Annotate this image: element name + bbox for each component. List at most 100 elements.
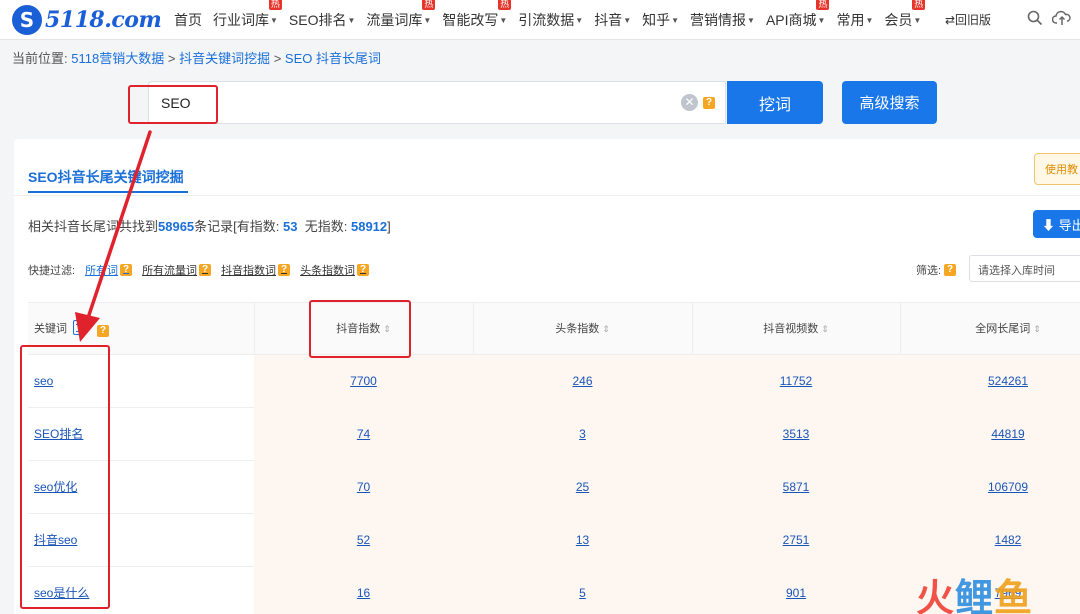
tab-divider (14, 195, 1080, 196)
help-icon[interactable]: ? (703, 97, 715, 109)
quick-filters: 快捷过滤: 所有词? 所有流量词? 抖音指数词? 头条指数词? (28, 262, 370, 278)
help-icon[interactable]: ? (278, 264, 291, 276)
keyword-link[interactable]: seo (28, 355, 254, 408)
nav-item-label: 常用 (836, 12, 865, 28)
search-icon[interactable] (1027, 10, 1043, 31)
date-filter-input[interactable]: 请选择入库时间 (969, 255, 1080, 282)
hot-badge: 热 (422, 0, 436, 10)
panel-title[interactable]: SEO抖音长尾关键词挖掘 (28, 167, 184, 187)
nav-item-0[interactable]: 首页 (174, 10, 202, 30)
video-count-link[interactable]: 901 (692, 567, 900, 614)
help-icon[interactable]: ? (357, 264, 370, 276)
chevron-down-icon: ▼ (423, 16, 432, 25)
nav-item-4[interactable]: 智能改写▼ 热 (442, 0, 512, 30)
nav-item-1[interactable]: 行业词库▼ 热 (213, 0, 282, 30)
toutiao-index-link[interactable]: 13 (473, 514, 692, 567)
video-count-link[interactable]: 11752 (692, 355, 900, 408)
breadcrumb-prefix: 当前位置: (12, 51, 68, 66)
header-douyin-index[interactable]: 抖音指数 ⇕ (254, 303, 473, 356)
summary-total: 58965 (158, 219, 195, 234)
breadcrumb-item-home[interactable]: 5118营销大数据 (71, 51, 164, 66)
summary-no-index: 58912 (350, 219, 388, 234)
help-icon[interactable]: ? (120, 264, 133, 276)
nav-item-3[interactable]: 流量词库▼ 热 (366, 0, 436, 30)
breadcrumb-item-current[interactable]: SEO 抖音长尾词 (285, 51, 381, 66)
toutiao-index-link[interactable]: 3 (473, 408, 692, 461)
chevron-down-icon: ▼ (575, 16, 584, 25)
keyword-link[interactable]: 抖音seo (28, 514, 254, 567)
help-icon[interactable]: ? (97, 325, 110, 337)
nav-item-label: 行业词库 (213, 12, 269, 28)
nav-item-7[interactable]: 知乎▼ (642, 10, 679, 30)
douyin-index-link[interactable]: 70 (254, 461, 473, 514)
search-input[interactable]: SEO ✕ ? (148, 81, 726, 124)
longtail-count-link[interactable]: 44819 (900, 408, 1080, 461)
search-value: SEO (161, 95, 191, 111)
chevron-down-icon: ▼ (913, 16, 922, 25)
toutiao-index-link[interactable]: 25 (473, 461, 692, 514)
old-version-link[interactable]: ⇄回旧版 (945, 11, 991, 28)
header-toutiao-index[interactable]: 头条指数 ⇕ (473, 303, 692, 356)
breadcrumb: 当前位置: 5118营销大数据 > 抖音关键词挖掘 > SEO 抖音长尾词 (12, 48, 381, 67)
advanced-search-button[interactable]: 高级搜索 (842, 81, 937, 124)
filter-label: 所有词 (85, 265, 119, 277)
filter-traffic-words[interactable]: 所有流量词? (142, 262, 212, 278)
summary-with-index: 53 (283, 219, 298, 234)
toutiao-index-link[interactable]: 5 (473, 567, 692, 614)
header-longtail[interactable]: 全网长尾词 ⇕ (900, 303, 1080, 356)
header-keyword[interactable]: 关键词 ? (28, 303, 254, 356)
header-label: 关键词 (34, 323, 67, 335)
sort-icon[interactable]: ⇕ (602, 324, 610, 334)
header-douyin-videos[interactable]: 抖音视频数 ⇕ (692, 303, 900, 356)
douyin-index-link[interactable]: 52 (254, 514, 473, 567)
sort-icon[interactable]: ⇕ (383, 324, 391, 334)
export-button[interactable]: ⬇ 导出 (1033, 210, 1080, 238)
cloud-upload-icon[interactable] (1051, 10, 1072, 31)
nav-item-label: 引流数据 (518, 12, 575, 28)
breadcrumb-item-douyin[interactable]: 抖音关键词挖掘 (179, 51, 270, 66)
nav-item-label: 首页 (174, 12, 202, 28)
nav-item-2[interactable]: SEO排名▼ (289, 10, 356, 30)
nav-item-11[interactable]: 会员▼ 热 (884, 0, 926, 30)
header-label: 抖音视频数 (763, 323, 819, 335)
sort-icon[interactable]: ⇕ (821, 324, 829, 334)
sort-icon[interactable]: ⇕ (1033, 324, 1041, 334)
filter-douyin-index-words[interactable]: 抖音指数词? (221, 262, 291, 278)
video-count-link[interactable]: 2751 (692, 514, 900, 567)
chevron-down-icon: ▼ (499, 16, 508, 25)
header-label: 头条指数 (555, 323, 600, 335)
filter-all-words[interactable]: 所有词? (85, 262, 133, 278)
video-count-link[interactable]: 3513 (692, 408, 900, 461)
filter-label: 头条指数词 (300, 265, 356, 277)
longtail-count-link[interactable]: 1482 (900, 514, 1080, 567)
filter-toutiao-index-words[interactable]: 头条指数词? (300, 262, 370, 278)
dig-button[interactable]: 挖词 (727, 81, 823, 124)
douyin-index-link[interactable]: 7700 (254, 355, 473, 408)
nav-menu: 首页 行业词库▼ 热 SEO排名▼ 流量词库▼ 热智能改写▼ 热引流数据▼ 抖音▼ 知乎▼ 营销情… (174, 0, 932, 40)
copy-icon[interactable] (73, 320, 86, 335)
quick-filter-label: 快捷过滤: (28, 265, 76, 277)
help-icon[interactable]: ? (199, 264, 212, 276)
douyin-index-link[interactable]: 16 (254, 567, 473, 614)
douyin-index-link[interactable]: 74 (254, 408, 473, 461)
longtail-count-link[interactable]: 106709 (900, 461, 1080, 514)
toutiao-index-link[interactable]: 246 (473, 355, 692, 408)
help-icon[interactable]: ? (944, 264, 957, 276)
nav-item-9[interactable]: API商城▼ 热 (766, 0, 830, 30)
nav-item-5[interactable]: 引流数据▼ (518, 10, 583, 30)
nav-item-8[interactable]: 营销情报▼ (690, 10, 755, 30)
usage-tutorial-button[interactable]: 使用教 (1034, 153, 1080, 185)
chevron-down-icon: ▼ (671, 16, 680, 25)
keyword-link[interactable]: seo是什么 (28, 567, 254, 614)
nav-item-6[interactable]: 抖音▼ (594, 10, 631, 30)
hot-badge: 热 (268, 0, 282, 10)
site-logo[interactable]: S 5118.com (12, 5, 162, 35)
clear-icon[interactable]: ✕ (681, 94, 698, 111)
keyword-link[interactable]: seo优化 (28, 461, 254, 514)
table-row: seo优化 70 25 5871 106709 (28, 461, 1080, 514)
video-count-link[interactable]: 5871 (692, 461, 900, 514)
longtail-count-link[interactable]: 524261 (900, 355, 1080, 408)
keyword-link[interactable]: SEO排名 (28, 408, 254, 461)
watermark-char: 火 (916, 576, 956, 614)
nav-item-10[interactable]: 常用▼ (836, 10, 873, 30)
